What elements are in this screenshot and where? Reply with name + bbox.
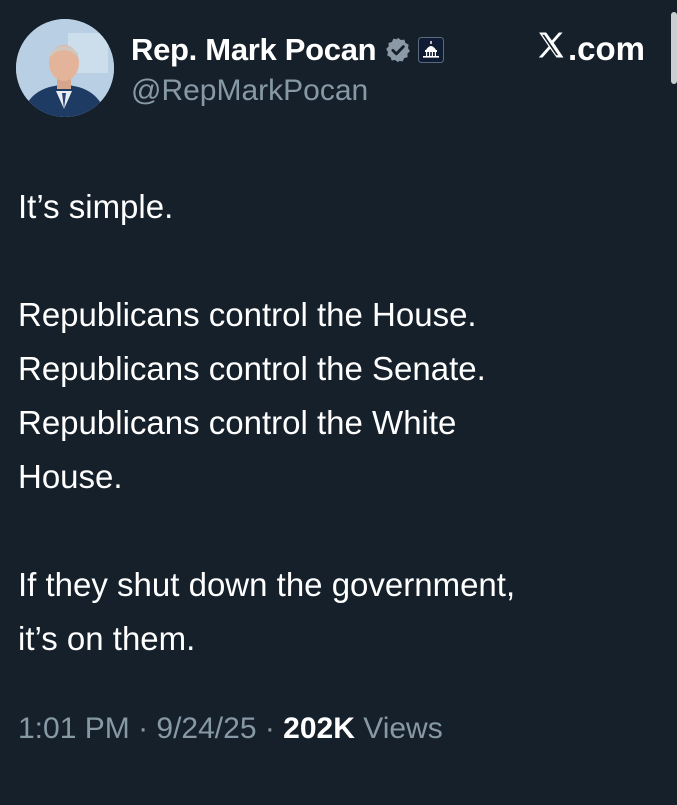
tweet-text-line-1: It’s simple. [18,188,174,225]
source-domain: .com [567,30,645,67]
tweet-meta: 1:01 PM · 9/24/25 · 202K Views [18,712,443,746]
views-label: Views [354,712,443,745]
author-name-row: Rep. Mark Pocan [131,28,445,72]
tweet-time[interactable]: 1:01 PM [18,712,130,745]
author-display-name[interactable]: Rep. Mark Pocan [131,32,377,68]
author-handle[interactable]: @RepMarkPocan [131,74,368,108]
views-count[interactable]: 202K [283,712,355,745]
avatar[interactable] [16,19,114,117]
x-logo-icon [536,30,568,68]
scrollbar[interactable] [671,12,677,84]
tweet-card: Rep. Mark Pocan @RepMarkPocan .com It’s … [0,0,677,805]
tweet-text-paragraph-3: If they shut down the government, it’s o… [18,566,516,657]
meta-separator: · [256,712,284,745]
capitol-affiliation-icon[interactable] [418,37,445,63]
tweet-date[interactable]: 9/24/25 [156,712,256,745]
verified-badge-icon[interactable] [384,36,412,64]
tweet-text-paragraph-2: Republicans control the House. Republica… [18,296,486,495]
source-label: .com [536,30,645,68]
meta-separator: · [129,712,157,745]
tweet-text: It’s simple. Republicans control the Hou… [18,180,658,666]
